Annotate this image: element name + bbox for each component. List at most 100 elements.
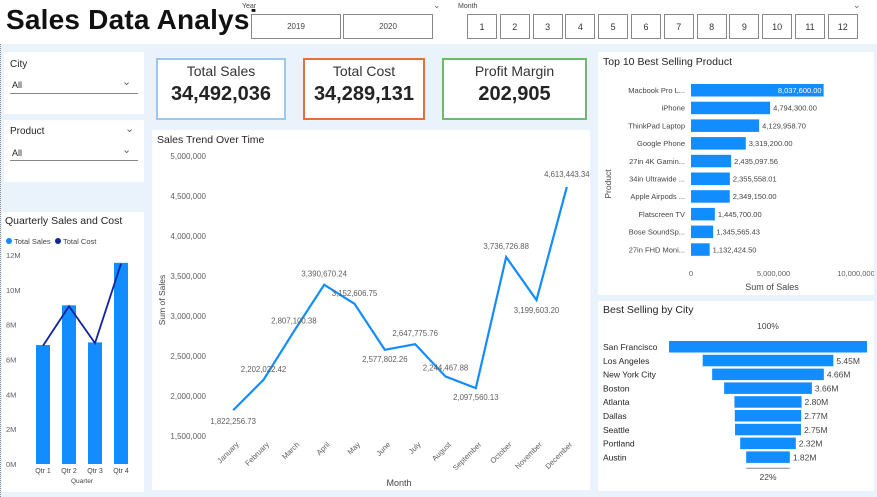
- funnel-bottom-percent: 22%: [759, 472, 776, 482]
- y-tick-label: 4,000,000: [170, 232, 206, 241]
- city-label: Portland: [603, 439, 635, 449]
- data-label: 3,152,606.75: [332, 289, 378, 298]
- chevron-down-icon[interactable]: ⌄: [122, 143, 131, 156]
- chevron-down-icon[interactable]: ⌄: [853, 0, 861, 11]
- legend-label: Total Cost: [63, 237, 97, 246]
- data-label: 1,132,424.50: [713, 245, 757, 254]
- data-label: 1.82M: [793, 452, 817, 462]
- x-tick-label: July: [407, 440, 423, 456]
- city-label: Boston: [603, 383, 630, 393]
- year-button-2019[interactable]: 2019: [251, 14, 341, 39]
- product-label: Google Phone: [637, 139, 685, 148]
- city-bar: [724, 382, 812, 394]
- product-filter-label: Product: [10, 126, 45, 137]
- product-filter: Product ⌄ All ⌄: [4, 120, 144, 182]
- month-button-5[interactable]: 5: [598, 14, 629, 39]
- y-tick-label: 4M: [6, 390, 16, 399]
- data-label: 3,199,603.20: [514, 306, 560, 315]
- year-slicer-label: Year: [242, 3, 257, 10]
- month-button-4[interactable]: 4: [565, 14, 596, 39]
- legend-label: Total Sales: [14, 237, 51, 246]
- x-tick-label: April: [315, 440, 332, 457]
- product-bar: [691, 243, 710, 256]
- data-label: 2.77M: [804, 411, 828, 421]
- product-bar: [691, 172, 730, 185]
- y-tick-label: 2M: [6, 425, 16, 434]
- y-tick-label: 8M: [6, 321, 16, 330]
- month-button-9[interactable]: 9: [729, 14, 760, 39]
- x-tick-label: December: [543, 440, 574, 471]
- month-button-7[interactable]: 7: [663, 14, 694, 39]
- city-filter-value[interactable]: All: [12, 80, 22, 90]
- trend-chart-panel: Sales Trend Over Time 1,500,000 2,000,000…: [152, 130, 590, 490]
- data-label: 2.80M: [805, 397, 829, 407]
- x-tick-label: Qtr 3: [87, 468, 103, 475]
- data-label: 3,319,200.00: [749, 139, 793, 148]
- kpi-label: Profit Margin: [474, 63, 555, 79]
- city-label: Dallas: [603, 411, 627, 421]
- y-tick-label: 6M: [6, 356, 16, 365]
- x-tick-label: 0: [689, 269, 693, 278]
- data-label: 2,244,467.88: [423, 363, 469, 372]
- city-label: New York City: [603, 370, 657, 380]
- product-bar: [691, 225, 714, 239]
- month-button-12[interactable]: 12: [827, 14, 858, 39]
- city-chart-panel: Best Selling by City 100% San Francisco Lo…: [598, 301, 874, 491]
- product-bar: [691, 137, 746, 150]
- product-label: Apple Airpods ...: [630, 192, 685, 201]
- data-label: 4,794,300.00: [773, 104, 817, 113]
- y-tick-label: 0M: [6, 460, 16, 469]
- chevron-down-icon[interactable]: ⌄: [433, 0, 441, 11]
- data-label: 5.45M: [836, 356, 860, 366]
- month-button-3[interactable]: 3: [532, 14, 563, 39]
- x-axis-label: Quarter: [71, 478, 94, 485]
- product-label: Bose SoundSp...: [629, 228, 685, 237]
- data-label: 1,822,256.73: [210, 417, 256, 426]
- product-label: 34in Ultrawide ...: [629, 175, 685, 184]
- year-button-2020[interactable]: 2020: [343, 14, 433, 39]
- month-button-1[interactable]: 1: [467, 14, 497, 39]
- y-tick-label: 12M: [6, 251, 21, 260]
- y-tick-label: 3,000,000: [170, 312, 206, 321]
- data-label: 3,736,726.88: [483, 242, 529, 251]
- data-label: 3.66M: [815, 383, 839, 393]
- month-slicer-label: Month: [458, 3, 478, 10]
- kpi-label: Total Sales: [186, 63, 256, 79]
- x-tick-label: January: [215, 440, 240, 465]
- x-tick-label: Qtr 2: [61, 468, 77, 475]
- kpi-total-sales: Total Sales 34,492,036: [156, 58, 286, 120]
- bar-total-sales: [88, 342, 102, 464]
- x-tick-label: February: [243, 440, 271, 468]
- city-label: Austin: [603, 452, 627, 462]
- data-label: 2,647,775.76: [392, 329, 438, 338]
- product-filter-value[interactable]: All: [12, 148, 22, 158]
- y-tick-label: 1,500,000: [170, 432, 206, 441]
- product-label: Macbook Pro L...: [628, 86, 685, 95]
- chevron-down-icon[interactable]: ⌄: [122, 75, 131, 88]
- x-tick-label: Qtr 4: [113, 468, 129, 475]
- y-tick-label: 10M: [6, 286, 21, 295]
- data-label: 8,037,600.00: [778, 86, 822, 95]
- trend-chart: 1,500,000 2,000,000 2,500,000 3,000,000 3,50…: [157, 152, 590, 488]
- month-button-10[interactable]: 10: [762, 14, 793, 39]
- product-label: 27in 4K Gamin...: [629, 157, 685, 166]
- legend-dot-total-sales: [6, 238, 12, 244]
- kpi-value: 34,492,036: [170, 83, 272, 105]
- month-button-11[interactable]: 11: [795, 14, 825, 39]
- city-bar: [734, 410, 802, 422]
- month-button-2[interactable]: 2: [499, 14, 530, 39]
- month-button-6[interactable]: 6: [631, 14, 661, 39]
- x-tick-label: March: [280, 440, 301, 461]
- data-label: 2,577,802.26: [362, 355, 408, 364]
- kpi-value: 202,905: [478, 83, 551, 105]
- city-bar: [669, 341, 867, 353]
- month-button-8[interactable]: 8: [696, 14, 727, 39]
- data-label: 2,807,100.38: [271, 316, 317, 325]
- data-label: 4,129,958.70: [762, 121, 806, 130]
- x-tick-label: November: [513, 440, 544, 471]
- y-axis-label: Product: [603, 169, 613, 199]
- city-bar: [734, 396, 802, 408]
- chevron-down-icon[interactable]: ⌄: [125, 122, 134, 135]
- data-label: 2,349,150.00: [733, 192, 777, 201]
- line-total-cost: [42, 263, 122, 347]
